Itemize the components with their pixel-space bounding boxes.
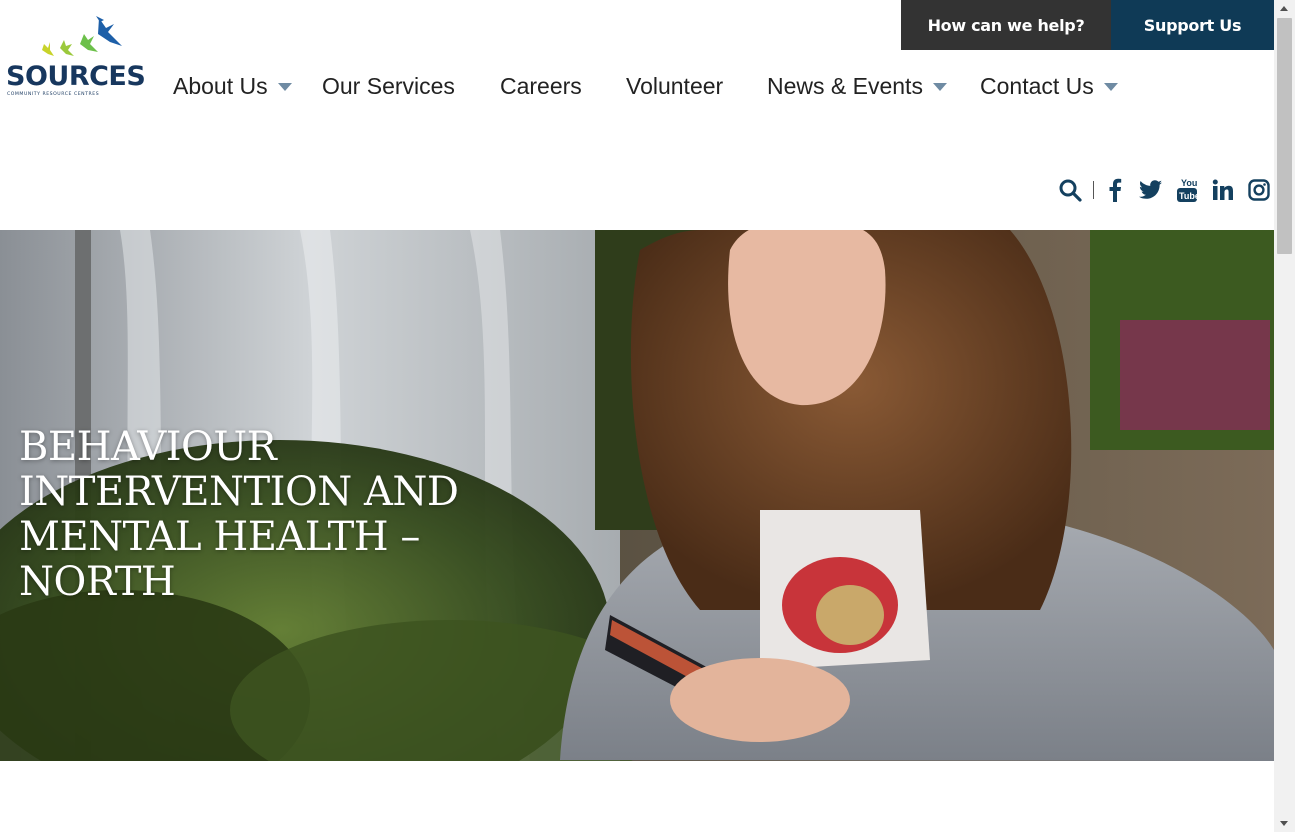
instagram-icon[interactable] bbox=[1247, 176, 1271, 204]
chevron-down-icon[interactable] bbox=[932, 83, 947, 91]
sources-logo[interactable]: SOURCES COMMUNITY RESOURCE CENTRES bbox=[6, 16, 146, 102]
youtube-icon[interactable]: You Tube bbox=[1175, 176, 1199, 204]
nav-label: Volunteer bbox=[626, 72, 724, 99]
page-scrollbar[interactable] bbox=[1274, 0, 1295, 832]
scrollbar-thumb[interactable] bbox=[1277, 18, 1292, 254]
linkedin-icon[interactable] bbox=[1211, 176, 1235, 204]
nav-about-us[interactable]: About Us bbox=[173, 68, 292, 104]
support-us-button[interactable]: Support Us bbox=[1111, 0, 1274, 50]
svg-text:Tube: Tube bbox=[1179, 191, 1199, 201]
top-utility-bar: How can we help? Support Us bbox=[901, 0, 1274, 50]
nav-news-events[interactable]: News & Events bbox=[767, 68, 947, 104]
scroll-down-arrow-icon[interactable] bbox=[1280, 821, 1288, 826]
nav-label: Careers bbox=[500, 72, 582, 99]
facebook-icon[interactable] bbox=[1103, 176, 1127, 204]
icon-divider bbox=[1093, 181, 1094, 199]
nav-volunteer[interactable]: Volunteer bbox=[626, 68, 723, 104]
twitter-icon[interactable] bbox=[1139, 176, 1163, 204]
nav-label: Contact Us bbox=[980, 72, 1094, 99]
logo-tagline: COMMUNITY RESOURCE CENTRES bbox=[7, 92, 100, 97]
search-icon[interactable] bbox=[1058, 176, 1082, 204]
hero-banner: BEHAVIOUR INTERVENTION AND MENTAL HEALTH… bbox=[0, 230, 1274, 761]
chevron-down-icon[interactable] bbox=[1103, 83, 1118, 91]
nav-careers[interactable]: Careers bbox=[500, 68, 582, 104]
chevron-down-icon[interactable] bbox=[277, 83, 292, 91]
nav-our-services[interactable]: Our Services bbox=[322, 68, 455, 104]
scroll-up-arrow-icon[interactable] bbox=[1280, 6, 1288, 11]
hero-title: BEHAVIOUR INTERVENTION AND MENTAL HEALTH… bbox=[19, 424, 459, 605]
nav-label: About Us bbox=[173, 72, 268, 99]
nav-label: Our Services bbox=[322, 72, 455, 99]
how-can-we-help-button[interactable]: How can we help? bbox=[901, 0, 1111, 50]
nav-contact-us[interactable]: Contact Us bbox=[980, 68, 1118, 104]
svg-text:You: You bbox=[1181, 178, 1197, 188]
logo-wordmark: SOURCES bbox=[6, 61, 146, 92]
nav-label: News & Events bbox=[767, 72, 923, 99]
birds-logo-icon bbox=[42, 16, 122, 56]
